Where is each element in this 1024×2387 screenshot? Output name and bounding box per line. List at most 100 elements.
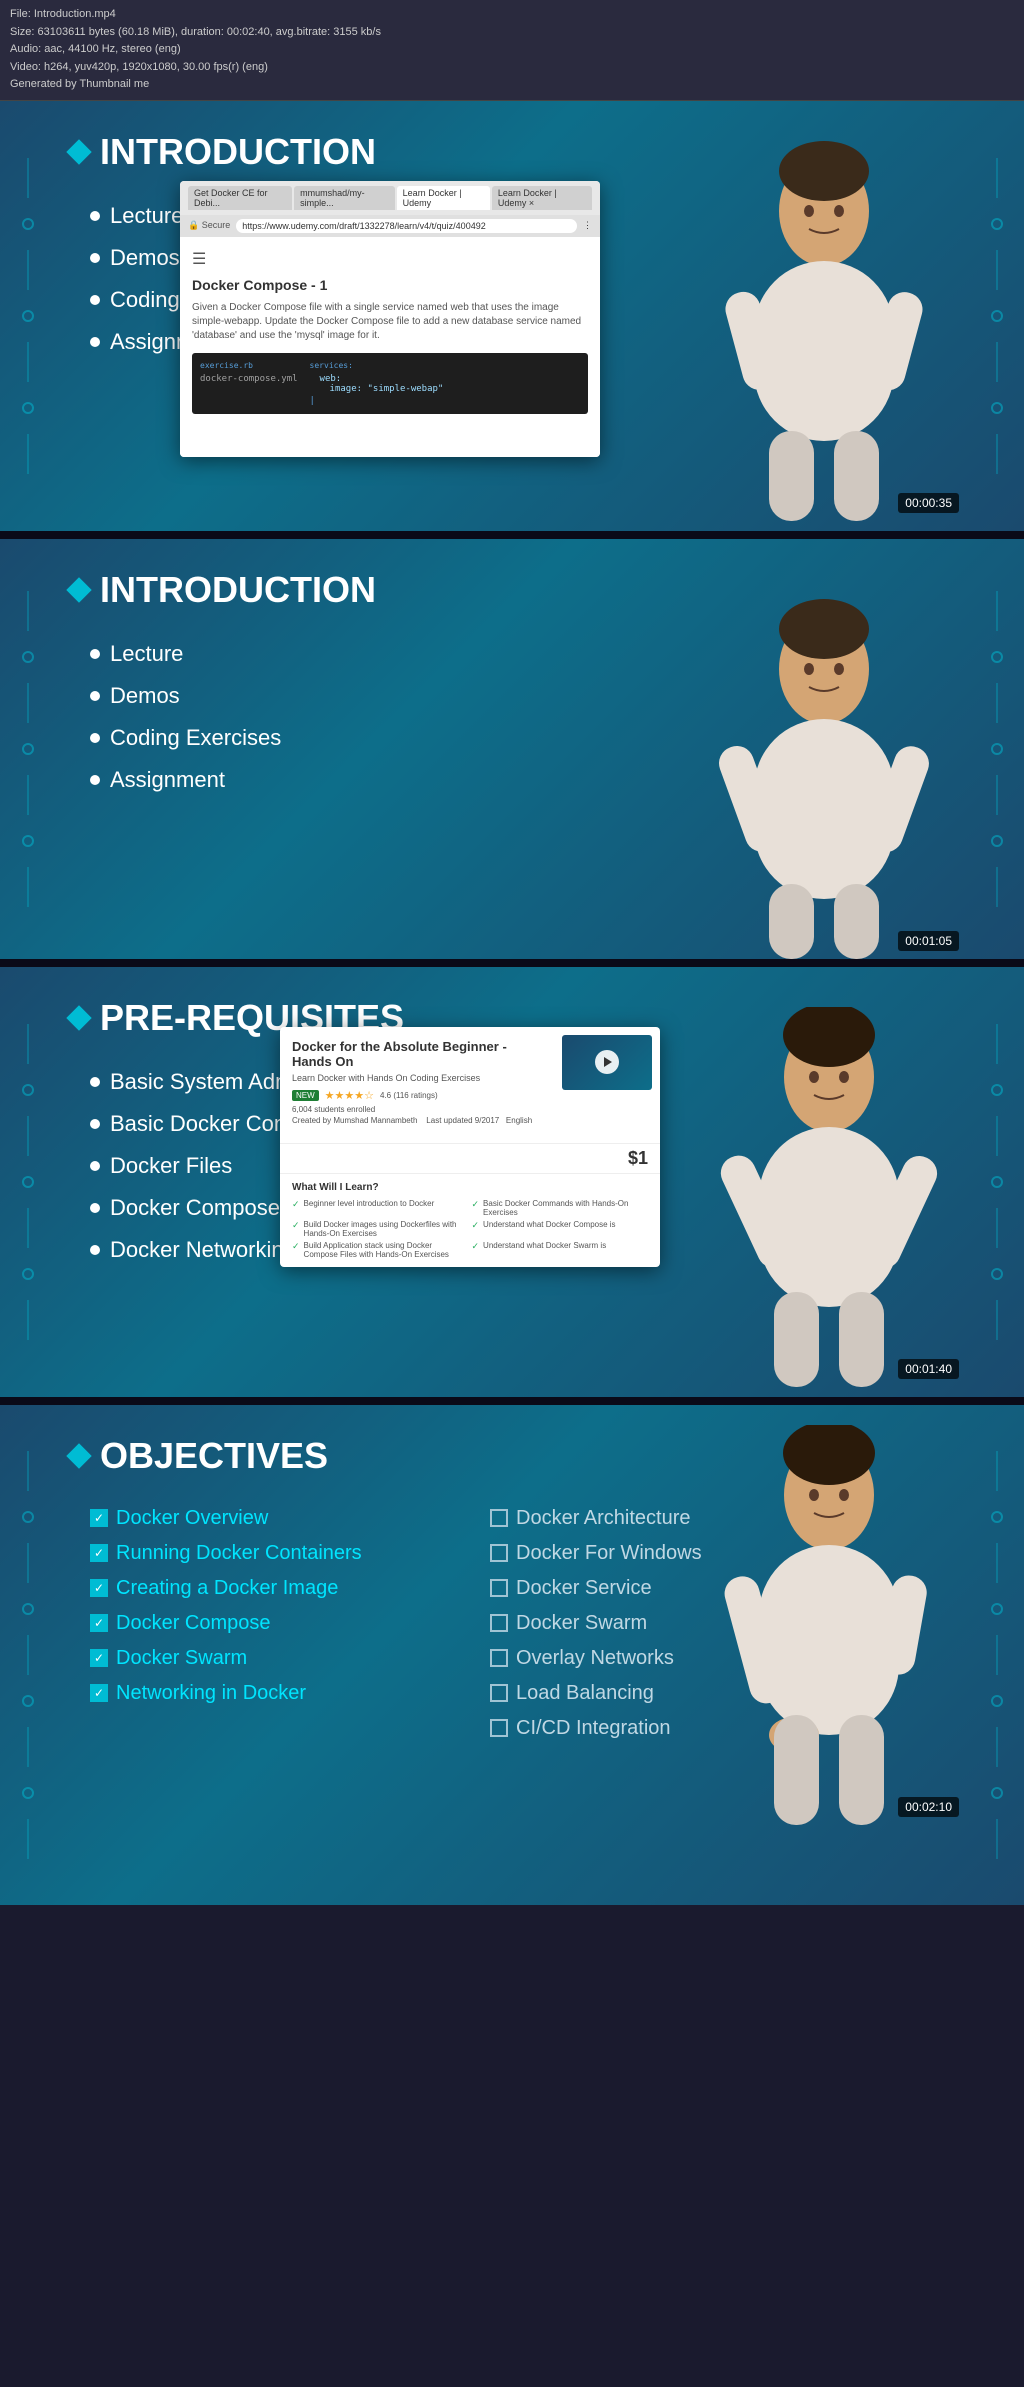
rating-badge: NEW: [292, 1090, 319, 1101]
browser-tab-3: Learn Docker | Udemy: [397, 186, 490, 210]
compose-title: Docker Compose - 1: [192, 277, 588, 293]
section-introduction-2: INTRODUCTION Lecture Demos Coding Exerci…: [0, 539, 1024, 959]
rating-count: 4.6 (116 ratings): [380, 1091, 438, 1100]
browser-toolbar: ☰: [192, 249, 588, 269]
title-diamond-2: [66, 577, 91, 602]
checkbox-checked-5: ✓: [90, 1649, 108, 1667]
code-left-pane: exercise.rb docker-compose.yml: [200, 361, 298, 406]
presenter-area-4: [689, 1425, 969, 1825]
slide-content-1: INTRODUCTION Lecture Demos Coding Exerci…: [0, 101, 1024, 521]
obj-creating-image: ✓ Creating a Docker Image: [90, 1577, 470, 1600]
play-button[interactable]: [595, 1050, 619, 1074]
checkbox-empty-5: [490, 1649, 508, 1667]
file-info-audio: Audio: aac, 44100 Hz, stereo (eng): [10, 41, 1014, 59]
browser-overlay-1: Get Docker CE for Debi... mmumshad/my-si…: [180, 181, 600, 457]
checkbox-empty-6: [490, 1684, 508, 1702]
compose-description: Given a Docker Compose file with a singl…: [192, 301, 588, 343]
presenter-svg-1: [684, 141, 964, 521]
checkbox-empty-7: [490, 1719, 508, 1737]
obj-docker-compose-left: ✓ Docker Compose: [90, 1612, 470, 1635]
obj-docker-swarm-left: ✓ Docker Swarm: [90, 1647, 470, 1670]
course-subtitle: Learn Docker with Hands On Coding Exerci…: [292, 1073, 548, 1083]
browser-tabs: Get Docker CE for Debi... mmumshad/my-si…: [188, 186, 592, 210]
obj-networking: ✓ Networking in Docker: [90, 1682, 470, 1705]
rating-stars: ★★★★☆: [325, 1089, 374, 1102]
play-icon: [604, 1057, 612, 1067]
learn-grid: ✓ Beginner level introduction to Docker …: [292, 1199, 648, 1259]
file-info-filename: File: Introduction.mp4: [10, 6, 1014, 24]
learn-item-3: ✓ Build Docker images using Dockerfiles …: [292, 1220, 469, 1238]
checkbox-empty-4: [490, 1614, 508, 1632]
objectives-left: ✓ Docker Overview ✓ Running Docker Conta…: [90, 1507, 470, 1740]
timestamp-2: 00:01:05: [898, 931, 959, 951]
learn-item-6: ✓ Understand what Docker Swarm is: [472, 1241, 649, 1259]
learn-section: What Will I Learn? ✓ Beginner level intr…: [280, 1173, 660, 1267]
obj-running-containers: ✓ Running Docker Containers: [90, 1542, 470, 1565]
code-image-label: image: "simple-webap": [310, 384, 444, 394]
checkbox-empty-1: [490, 1509, 508, 1527]
code-editor: exercise.rb docker-compose.yml services:…: [192, 353, 588, 414]
learn-item-2: ✓ Basic Docker Commands with Hands-On Ex…: [472, 1199, 649, 1217]
presenter-svg-2: [684, 599, 964, 959]
browser-tab-2: mmumshad/my-simple...: [294, 186, 395, 210]
presenter-area-2: [684, 599, 964, 959]
checkbox-checked-3: ✓: [90, 1579, 108, 1597]
code-service: web:: [310, 374, 444, 384]
course-rating-row: NEW ★★★★☆ 4.6 (116 ratings): [292, 1089, 548, 1102]
browser-url-bar: 🔒 Secure https://www.udemy.com/draft/133…: [180, 215, 600, 237]
price-row: $1: [280, 1143, 660, 1173]
learn-title: What Will I Learn?: [292, 1182, 648, 1193]
bullet-dot: [90, 211, 100, 221]
presenter-svg-4: [689, 1425, 969, 1825]
course-overlay-content: Docker for the Absolute Beginner - Hands…: [280, 1027, 660, 1143]
learn-item-4: ✓ Understand what Docker Compose is: [472, 1220, 649, 1238]
course-price: $1: [628, 1148, 648, 1168]
browser-bar: Get Docker CE for Debi... mmumshad/my-si…: [180, 181, 600, 215]
checkbox-checked-2: ✓: [90, 1544, 108, 1562]
code-right-pane: services: web: image: "simple-webap" |: [310, 361, 444, 406]
code-label: services:: [310, 361, 444, 370]
bullet-dot: [90, 295, 100, 305]
checkbox-empty-3: [490, 1579, 508, 1597]
obj-docker-overview: ✓ Docker Overview: [90, 1507, 470, 1530]
slide-content-4: OBJECTIVES ✓ Docker Overview ✓ Running D…: [0, 1405, 1024, 1825]
course-creator: Created by Mumshad Mannambeth Last updat…: [292, 1116, 548, 1125]
file-info-generated: Generated by Thumbnail me: [10, 76, 1014, 94]
checkbox-checked-4: ✓: [90, 1614, 108, 1632]
section-divider-1: [0, 531, 1024, 539]
presenter-svg-3: [689, 1007, 969, 1387]
timestamp-1: 00:00:35: [898, 493, 959, 513]
browser-content-1: ☰ Docker Compose - 1 Given a Docker Comp…: [180, 237, 600, 457]
learn-item-1: ✓ Beginner level introduction to Docker: [292, 1199, 469, 1217]
course-thumbnail: [562, 1035, 652, 1090]
section-objectives: OBJECTIVES ✓ Docker Overview ✓ Running D…: [0, 1405, 1024, 1905]
title-diamond-4: [66, 1443, 91, 1468]
section-introduction-1: INTRODUCTION Lecture Demos Coding Exerci…: [0, 101, 1024, 531]
section-prerequisites: PRE-REQUISITES Basic System Administrati…: [0, 967, 1024, 1397]
code-filename: exercise.rb: [200, 361, 298, 370]
course-overlay: Docker for the Absolute Beginner - Hands…: [280, 1027, 660, 1267]
timestamp-3: 00:01:40: [898, 1359, 959, 1379]
learn-item-5: ✓ Build Application stack using Docker C…: [292, 1241, 469, 1259]
title-diamond-1: [66, 139, 91, 164]
bullet-dot: [90, 253, 100, 263]
section-divider-3: [0, 1397, 1024, 1405]
slide-content-3: PRE-REQUISITES Basic System Administrati…: [0, 967, 1024, 1387]
checkbox-empty-2: [490, 1544, 508, 1562]
course-title: Docker for the Absolute Beginner - Hands…: [292, 1039, 548, 1069]
section-divider-2: [0, 959, 1024, 967]
code-cursor: |: [310, 396, 444, 406]
bullet-dot: [90, 337, 100, 347]
file-info-bar: File: Introduction.mp4 Size: 63103611 by…: [0, 0, 1024, 101]
checkbox-checked-6: ✓: [90, 1684, 108, 1702]
slide-content-2: INTRODUCTION Lecture Demos Coding Exerci…: [0, 539, 1024, 959]
browser-tab-1: Get Docker CE for Debi...: [188, 186, 292, 210]
file-info-size: Size: 63103611 bytes (60.18 MiB), durati…: [10, 24, 1014, 42]
presenter-area-3: [689, 1007, 969, 1387]
students-count: 6,004 students enrolled: [292, 1105, 548, 1114]
checkbox-checked-1: ✓: [90, 1509, 108, 1527]
timestamp-4: 00:02:10: [898, 1797, 959, 1817]
code-filename-2: docker-compose.yml: [200, 374, 298, 384]
file-info-video: Video: h264, yuv420p, 1920x1080, 30.00 f…: [10, 59, 1014, 77]
presenter-area-1: [684, 141, 964, 521]
